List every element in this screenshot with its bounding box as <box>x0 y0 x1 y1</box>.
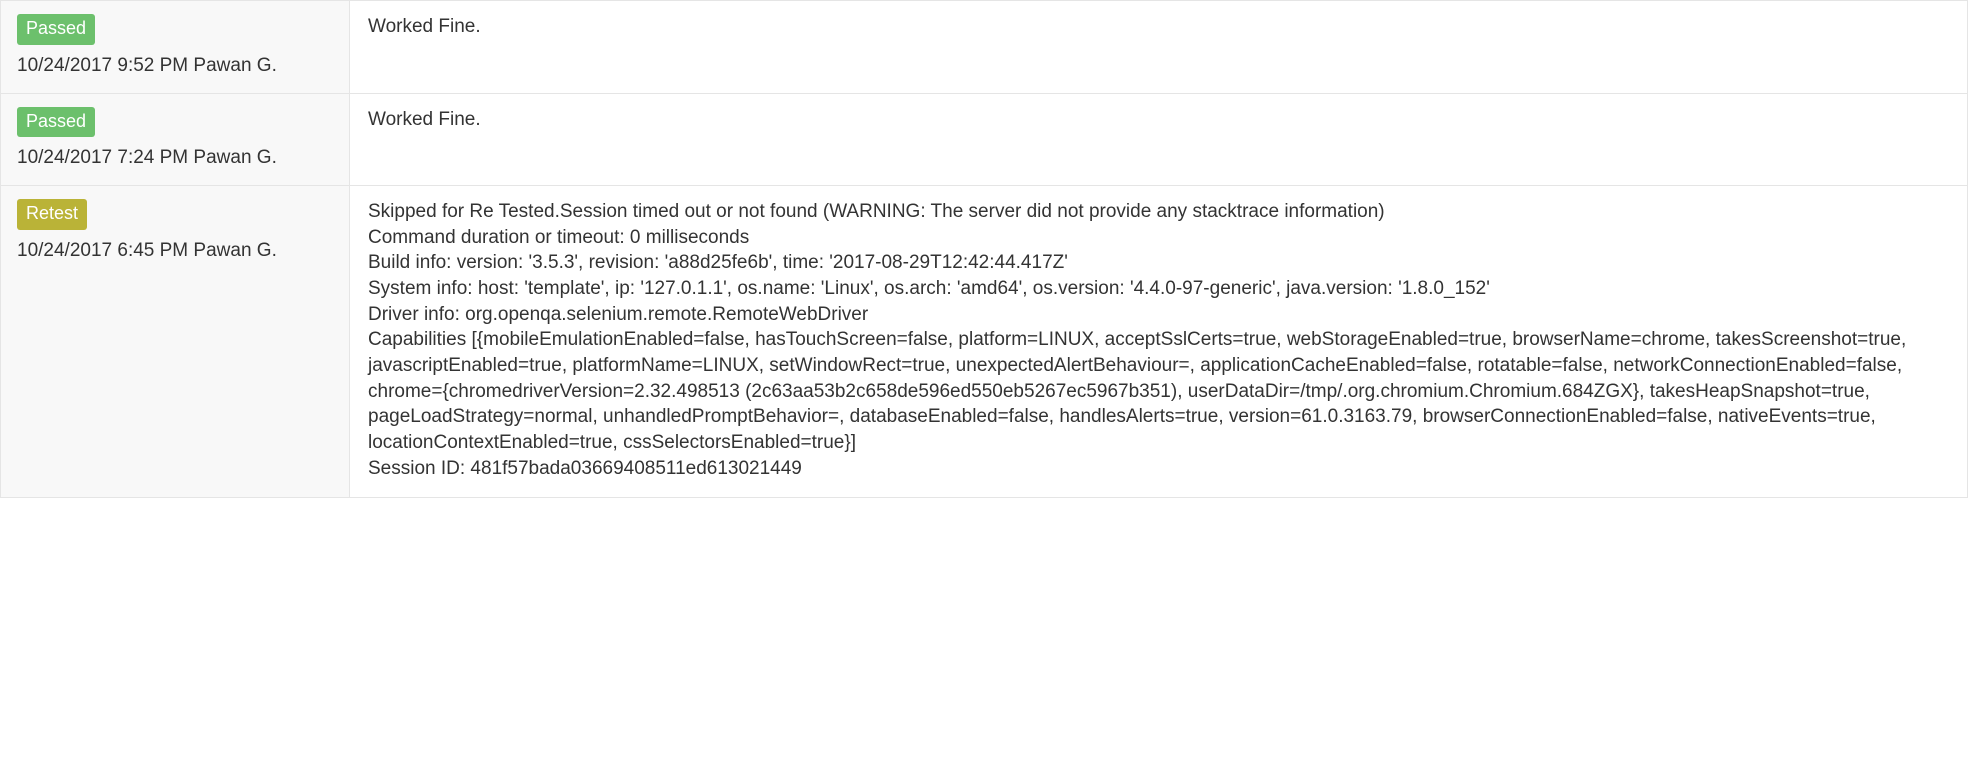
row-message: Worked Fine. <box>350 1 1968 93</box>
row-meta-cell: Passed 10/24/2017 9:52 PM Pawan G. <box>0 1 350 93</box>
table-row: Retest 10/24/2017 6:45 PM Pawan G. Skipp… <box>0 186 1968 498</box>
results-table: Passed 10/24/2017 9:52 PM Pawan G. Worke… <box>0 0 1968 498</box>
row-message: Worked Fine. <box>350 94 1968 186</box>
table-row: Passed 10/24/2017 7:24 PM Pawan G. Worke… <box>0 94 1968 187</box>
status-badge: Retest <box>17 199 87 230</box>
row-meta: 10/24/2017 9:52 PM Pawan G. <box>17 55 333 77</box>
row-meta: 10/24/2017 6:45 PM Pawan G. <box>17 240 333 262</box>
row-meta: 10/24/2017 7:24 PM Pawan G. <box>17 147 333 169</box>
row-message: Skipped for Re Tested.Session timed out … <box>350 186 1968 497</box>
author: Pawan G. <box>193 55 276 76</box>
row-meta-cell: Retest 10/24/2017 6:45 PM Pawan G. <box>0 186 350 497</box>
status-badge: Passed <box>17 107 95 138</box>
timestamp: 10/24/2017 6:45 PM <box>17 240 188 261</box>
author: Pawan G. <box>193 240 276 261</box>
timestamp: 10/24/2017 9:52 PM <box>17 55 188 76</box>
row-meta-cell: Passed 10/24/2017 7:24 PM Pawan G. <box>0 94 350 186</box>
timestamp: 10/24/2017 7:24 PM <box>17 147 188 168</box>
status-badge: Passed <box>17 14 95 45</box>
table-row: Passed 10/24/2017 9:52 PM Pawan G. Worke… <box>0 0 1968 94</box>
author: Pawan G. <box>193 147 276 168</box>
